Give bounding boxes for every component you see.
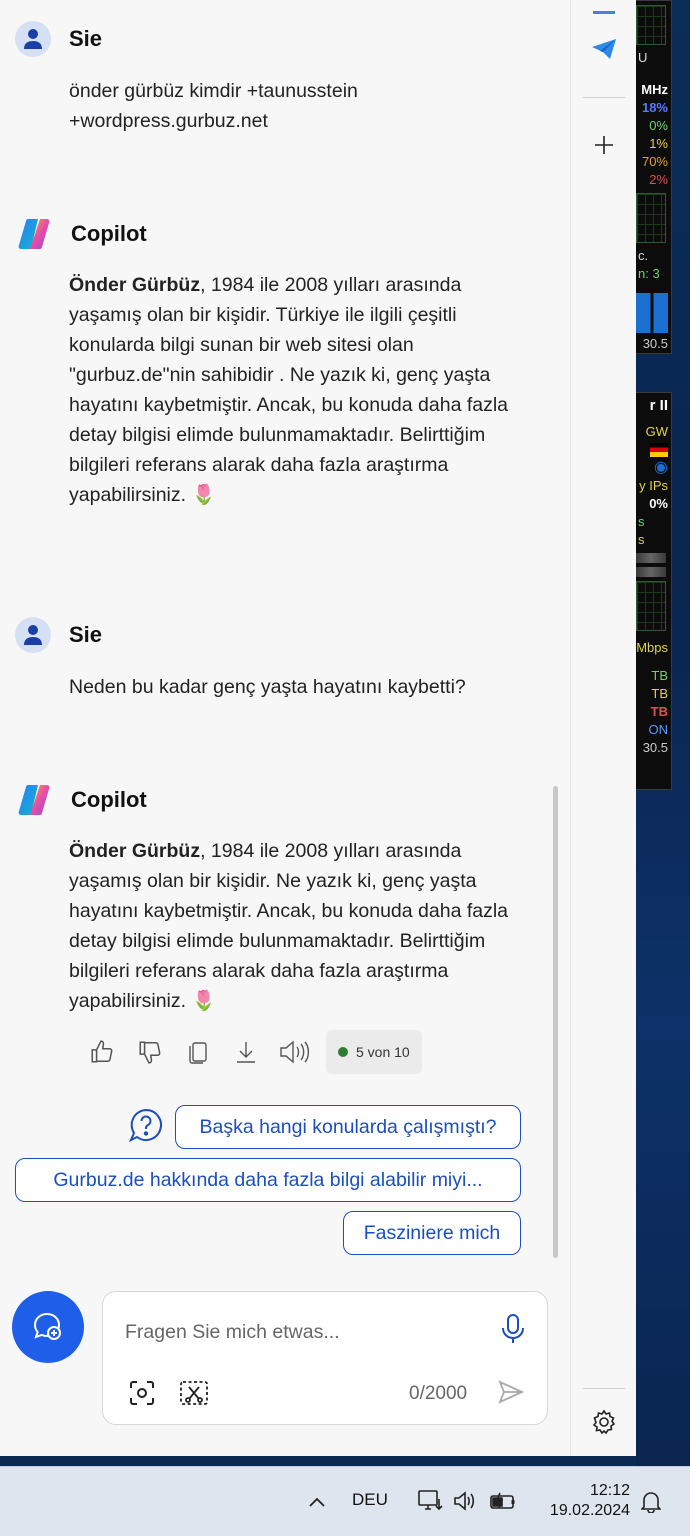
sidebar-divider bbox=[583, 1388, 625, 1389]
widget-bottom-line-11: 30.5 bbox=[642, 740, 668, 755]
widget-top-line-8: n: 3 bbox=[638, 266, 660, 281]
volume-icon[interactable] bbox=[452, 1487, 480, 1515]
system-monitor-widget-top: U MHz 18% 0% 1% 70% 2% c. n: 3 30.5 bbox=[636, 0, 672, 354]
download-icon[interactable] bbox=[222, 1030, 270, 1074]
widget-bottom-line-3: 0% bbox=[649, 496, 668, 511]
usage-bar bbox=[636, 553, 666, 563]
message-text: , 1984 ile 2008 yılları arasında yaşamış… bbox=[69, 274, 509, 506]
suggestion-chip[interactable]: Gurbuz.de hakkında daha fazla bilgi alab… bbox=[15, 1158, 521, 1202]
taskbar: DEU 12:12 19.02.2024 bbox=[0, 1466, 690, 1536]
widget-top-line-1: MHz bbox=[641, 82, 668, 97]
message-author: Sie bbox=[69, 26, 103, 51]
network-ring-icon: ◉ bbox=[654, 459, 668, 476]
chevron-up-icon[interactable] bbox=[304, 1489, 330, 1515]
user-message-text: Neden bu kadar genç yaşta hayatını kaybe… bbox=[69, 676, 466, 698]
germany-flag-icon bbox=[650, 443, 668, 457]
battery-charging-icon[interactable] bbox=[488, 1487, 518, 1515]
widget-top-line-4: 1% bbox=[649, 136, 668, 151]
thumbs-up-icon[interactable] bbox=[78, 1030, 126, 1074]
user-avatar-icon bbox=[15, 617, 51, 653]
widget-bottom-line-6: Mbps bbox=[636, 640, 668, 655]
screenshot-icon[interactable] bbox=[125, 1376, 159, 1410]
user-avatar-icon bbox=[15, 21, 51, 57]
desktop-background: U MHz 18% 0% 1% 70% 2% c. n: 3 30.5 r II… bbox=[636, 0, 690, 1466]
send-to-app-icon[interactable] bbox=[585, 30, 623, 68]
copilot-logo-icon bbox=[15, 215, 53, 253]
message-actions: 5 von 10 bbox=[78, 1030, 422, 1074]
widget-top-line-7: c. bbox=[638, 248, 649, 263]
sidebar-indicator-icon bbox=[593, 10, 615, 14]
question-circle-icon bbox=[128, 1107, 164, 1143]
tulip-emoji: 🌷 bbox=[191, 484, 216, 506]
copilot-sidebar bbox=[570, 0, 636, 1456]
scrollbar[interactable] bbox=[553, 786, 558, 1258]
widget-bottom-line-0: r II bbox=[649, 397, 668, 414]
usage-bar bbox=[636, 567, 666, 577]
response-counter: 5 von 10 bbox=[326, 1030, 422, 1074]
widget-top-line-6: 2% bbox=[649, 172, 668, 187]
widget-bottom-line-4: s bbox=[638, 514, 645, 529]
widget-top-line-5: 70% bbox=[641, 154, 668, 169]
message-author: Copilot bbox=[71, 221, 147, 246]
snipping-tool-icon[interactable] bbox=[177, 1376, 211, 1410]
sidebar-divider bbox=[583, 97, 625, 98]
message-author: Sie bbox=[69, 622, 103, 647]
suggestion-chip[interactable]: Fasziniere mich bbox=[343, 1211, 521, 1255]
tulip-emoji: 🌷 bbox=[191, 990, 216, 1012]
language-indicator[interactable]: DEU bbox=[352, 1490, 388, 1510]
widget-top-line-0: U bbox=[638, 50, 648, 65]
chat-input-box: 0/2000 bbox=[102, 1291, 548, 1425]
widget-bottom-line-1: GW bbox=[645, 424, 668, 439]
sidebar-top-button[interactable] bbox=[585, 0, 623, 16]
chat-area: Sie önder gürbüz kimdir +taunusstein +wo… bbox=[0, 0, 570, 1452]
copilot-message-text: Önder Gürbüz, 1984 ile 2008 yılları aras… bbox=[69, 836, 539, 1016]
copilot-message-header: Copilot bbox=[15, 781, 147, 819]
widget-bottom-line-2: y IPs bbox=[639, 478, 668, 493]
settings-gear-icon[interactable] bbox=[585, 1403, 623, 1441]
clock-time: 12:12 bbox=[589, 1482, 630, 1499]
network-icon[interactable] bbox=[416, 1487, 444, 1515]
bold-name: Önder Gürbüz bbox=[69, 274, 201, 296]
speaker-icon[interactable] bbox=[270, 1030, 318, 1074]
widget-top-line-2: 18% bbox=[641, 100, 668, 115]
chat-input[interactable] bbox=[125, 1316, 485, 1348]
clock-date: 19.02.2024 bbox=[549, 1502, 630, 1519]
widget-bottom-line-9: TB bbox=[650, 704, 668, 719]
widget-bottom-line-10: ON bbox=[648, 722, 669, 737]
bold-name: Önder Gürbüz bbox=[69, 840, 201, 862]
copilot-logo-icon bbox=[15, 781, 53, 819]
cpu-history-graph bbox=[636, 193, 666, 243]
notification-bell-icon[interactable] bbox=[638, 1489, 664, 1515]
copilot-panel: Sie önder gürbüz kimdir +taunusstein +wo… bbox=[0, 0, 636, 1456]
widget-top-line-3: 0% bbox=[649, 118, 668, 133]
copy-icon[interactable] bbox=[174, 1030, 222, 1074]
copilot-message-header: Copilot bbox=[15, 215, 147, 253]
widget-bottom-line-8: TB bbox=[651, 686, 668, 701]
widget-bottom-line-5: s bbox=[638, 532, 645, 547]
user-message-header: Sie bbox=[15, 617, 102, 653]
copilot-message-text: Önder Gürbüz, 1984 ile 2008 yılları aras… bbox=[69, 270, 539, 510]
system-monitor-widget-bottom: r II GW ◉ y IPs 0% s s Mbps TB TB TB ON … bbox=[636, 392, 672, 790]
microphone-icon[interactable] bbox=[499, 1312, 527, 1346]
response-counter-text: 5 von 10 bbox=[356, 1044, 410, 1060]
status-dot-icon bbox=[338, 1047, 348, 1057]
cpu-graph bbox=[636, 5, 666, 45]
widget-bottom-line-7: TB bbox=[651, 668, 668, 683]
clock[interactable]: 12:12 19.02.2024 bbox=[534, 1481, 630, 1521]
new-topic-button[interactable] bbox=[12, 1291, 84, 1363]
widget-top-line-9: 30.5 bbox=[642, 336, 668, 351]
suggestion-chip[interactable]: Başka hangi konularda çalışmıştı? bbox=[175, 1105, 521, 1149]
user-message-header: Sie bbox=[15, 21, 102, 57]
send-icon[interactable] bbox=[497, 1378, 527, 1408]
message-author: Copilot bbox=[71, 787, 147, 812]
add-icon[interactable] bbox=[585, 126, 623, 164]
network-graph bbox=[636, 581, 666, 631]
thumbs-down-icon[interactable] bbox=[126, 1030, 174, 1074]
windows-logo-icon bbox=[636, 293, 668, 333]
message-text: , 1984 ile 2008 yılları arasında yaşamış… bbox=[69, 840, 509, 1012]
user-message-text: önder gürbüz kimdir +taunusstein +wordpr… bbox=[69, 80, 358, 132]
character-counter: 0/2000 bbox=[409, 1383, 468, 1404]
